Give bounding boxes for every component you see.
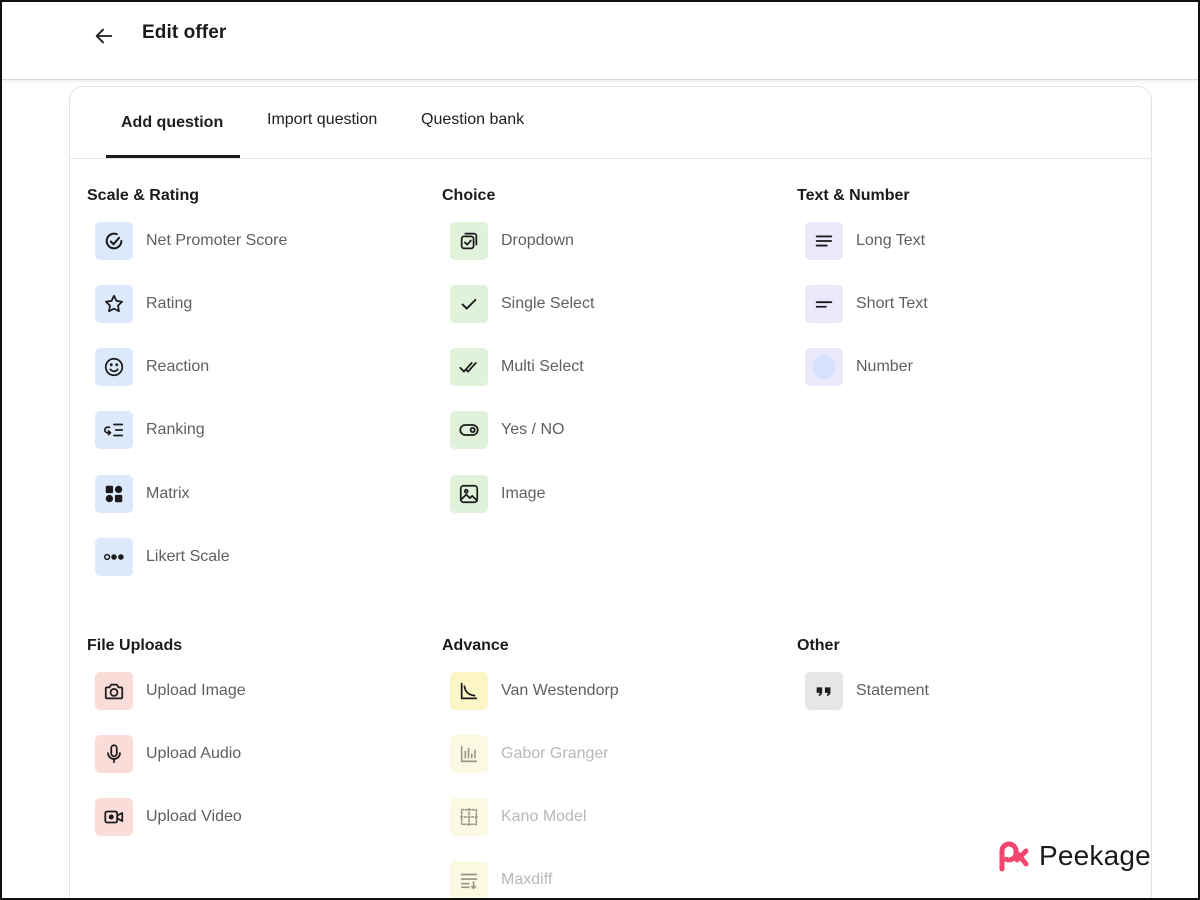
star-icon bbox=[95, 285, 133, 323]
question-type-label: Statement bbox=[856, 682, 929, 699]
question-type-label: Dropdown bbox=[501, 232, 574, 249]
tab-bar: Add question Import question Question ba… bbox=[70, 87, 1151, 159]
question-type-label: Upload Audio bbox=[146, 745, 242, 762]
sort-list-icon bbox=[450, 861, 488, 898]
number-icon bbox=[805, 348, 843, 386]
question-type-panel: Add question Import question Question ba… bbox=[69, 86, 1152, 898]
double-check-icon bbox=[450, 348, 488, 386]
dropdown-check-icon bbox=[450, 222, 488, 260]
question-type-image[interactable]: Image bbox=[450, 474, 545, 514]
peekage-logo: Peekage bbox=[997, 838, 1151, 874]
question-type-label: Upload Image bbox=[146, 682, 246, 699]
question-type-matrix[interactable]: Matrix bbox=[95, 474, 190, 514]
tab-add-question[interactable]: Add question bbox=[121, 114, 223, 132]
back-button[interactable] bbox=[90, 22, 118, 50]
question-type-label: Likert Scale bbox=[146, 548, 230, 565]
question-type-label: Reaction bbox=[146, 358, 210, 375]
question-type-short-text[interactable]: Short Text bbox=[805, 284, 928, 324]
brand-name: Peekage bbox=[1039, 840, 1151, 871]
question-type-label: Upload Video bbox=[146, 808, 242, 825]
question-type-upload-image[interactable]: Upload Image bbox=[95, 671, 246, 711]
question-type-net-promoter-score[interactable]: Net Promoter Score bbox=[95, 221, 287, 261]
question-type-label: Gabor Granger bbox=[501, 745, 609, 762]
question-type-label: Single Select bbox=[501, 295, 595, 312]
question-type-yes-no[interactable]: Yes / NO bbox=[450, 410, 564, 450]
arrow-left-icon bbox=[95, 28, 113, 44]
page-title: Edit offer bbox=[142, 22, 227, 43]
likert-dots-icon bbox=[95, 538, 133, 576]
question-type-label: Van Westendorp bbox=[501, 682, 619, 699]
quote-icon bbox=[805, 672, 843, 710]
section-title-choice: Choice bbox=[442, 187, 496, 204]
nps-gauge-icon bbox=[95, 222, 133, 260]
question-type-rating[interactable]: Rating bbox=[95, 284, 192, 324]
app-frame: Edit offer Add question Import question … bbox=[0, 0, 1200, 900]
question-type-van-westendorp[interactable]: Van Westendorp bbox=[450, 671, 619, 711]
peekage-logo-mark bbox=[999, 841, 1029, 872]
camera-icon bbox=[95, 672, 133, 710]
microphone-icon bbox=[95, 735, 133, 773]
question-type-label: Long Text bbox=[856, 232, 926, 249]
top-bar: Edit offer bbox=[2, 2, 1198, 80]
question-type-label: Kano Model bbox=[501, 808, 587, 825]
section-title-other: Other bbox=[797, 637, 840, 654]
question-type-label: Number bbox=[856, 358, 913, 375]
question-type-label: Multi Select bbox=[501, 358, 584, 375]
section-title-text-number: Text & Number bbox=[797, 187, 910, 204]
toggle-icon bbox=[450, 411, 488, 449]
question-type-dropdown[interactable]: Dropdown bbox=[450, 221, 574, 261]
question-type-label: Net Promoter Score bbox=[146, 232, 288, 249]
tab-question-bank[interactable]: Question bank bbox=[421, 111, 524, 129]
section-title-file-uploads: File Uploads bbox=[87, 637, 183, 654]
question-type-label: Matrix bbox=[146, 485, 190, 502]
question-type-label: Image bbox=[501, 485, 546, 502]
check-icon bbox=[450, 285, 488, 323]
matrix-grid-icon bbox=[95, 475, 133, 513]
question-type-upload-audio[interactable]: Upload Audio bbox=[95, 734, 241, 774]
video-camera-icon bbox=[95, 798, 133, 836]
question-type-single-select[interactable]: Single Select bbox=[450, 284, 594, 324]
question-type-label: Yes / NO bbox=[501, 421, 565, 438]
question-type-multi-select[interactable]: Multi Select bbox=[450, 347, 584, 387]
short-text-icon bbox=[805, 285, 843, 323]
question-type-upload-video[interactable]: Upload Video bbox=[95, 797, 242, 837]
question-type-long-text[interactable]: Long Text bbox=[805, 221, 925, 261]
curve-chart-icon bbox=[450, 672, 488, 710]
question-type-number[interactable]: Number bbox=[805, 347, 913, 387]
image-icon bbox=[450, 475, 488, 513]
section-title-scale-rating: Scale & Rating bbox=[87, 187, 200, 204]
question-type-kano-model[interactable]: Kano Model bbox=[450, 797, 586, 837]
question-type-maxdiff[interactable]: Maxdiff bbox=[450, 860, 553, 898]
ranking-icon bbox=[95, 411, 133, 449]
question-type-label: Rating bbox=[146, 295, 193, 312]
question-type-gabor-granger[interactable]: Gabor Granger bbox=[450, 734, 609, 774]
question-type-label: Maxdiff bbox=[501, 871, 553, 888]
question-type-label: Short Text bbox=[856, 295, 928, 312]
smiley-icon bbox=[95, 348, 133, 386]
question-type-likert-scale[interactable]: Likert Scale bbox=[95, 537, 230, 577]
question-type-label: Ranking bbox=[146, 421, 205, 438]
question-type-statement[interactable]: Statement bbox=[805, 671, 929, 711]
tab-import-question[interactable]: Import question bbox=[267, 111, 377, 129]
long-text-icon bbox=[805, 222, 843, 260]
bar-chart-icon bbox=[450, 735, 488, 773]
kano-grid-icon bbox=[450, 798, 488, 836]
question-type-reaction[interactable]: Reaction bbox=[95, 347, 209, 387]
question-type-ranking[interactable]: Ranking bbox=[95, 410, 205, 450]
active-tab-indicator bbox=[106, 155, 240, 158]
section-title-advance: Advance bbox=[442, 637, 509, 654]
